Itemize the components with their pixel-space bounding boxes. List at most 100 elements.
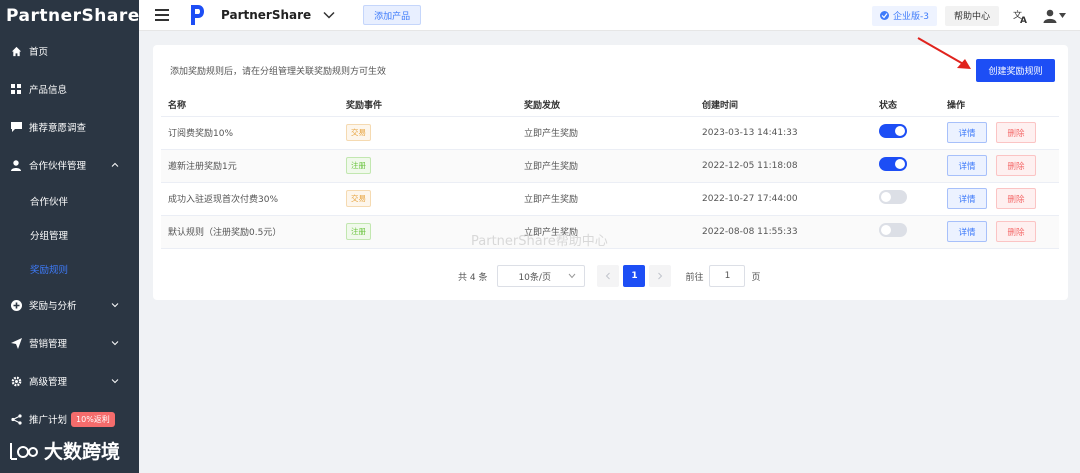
table-row: 订阅费奖励10% 交易 立即产生奖励 2023-03-13 14:41:33 详… bbox=[161, 116, 1059, 150]
sidebar-item-label: 推广计划 bbox=[29, 415, 68, 426]
sidebar-item-survey[interactable]: 推荐意愿调查 bbox=[0, 108, 139, 146]
column-header-event: 奖励事件 bbox=[339, 94, 517, 117]
translate-icon[interactable]: 文A bbox=[1013, 8, 1029, 24]
rule-payout: 立即产生奖励 bbox=[517, 116, 695, 150]
detail-button[interactable]: 详情 bbox=[947, 155, 987, 176]
prev-page-button[interactable] bbox=[597, 265, 620, 287]
column-header-created: 创建时间 bbox=[695, 94, 872, 117]
page-size-select[interactable]: 10条/页 bbox=[497, 265, 586, 287]
status-toggle[interactable] bbox=[879, 190, 907, 204]
chevron-down-icon[interactable] bbox=[323, 11, 335, 19]
pagination: 共 4 条 10条/页 1 前往 1 页 bbox=[458, 265, 760, 287]
watermark-text: 大数跨境 bbox=[44, 441, 121, 463]
menu-toggle-icon[interactable] bbox=[155, 9, 169, 21]
rule-name: 成功入驻返现首次付费30% bbox=[161, 182, 339, 216]
rule-payout: 立即产生奖励 bbox=[517, 149, 695, 183]
total-count: 共 4 条 bbox=[458, 272, 488, 283]
detail-button[interactable]: 详情 bbox=[947, 221, 987, 242]
table-row: 邀新注册奖励1元 注册 立即产生奖励 2022-12-05 11:18:08 详… bbox=[161, 149, 1059, 183]
rule-created: 2022-08-08 11:55:33 bbox=[695, 215, 872, 249]
event-tag: 交易 bbox=[346, 190, 371, 207]
add-product-button[interactable]: 添加产品 bbox=[363, 5, 422, 25]
rule-payout: 立即产生奖励 bbox=[517, 182, 695, 216]
check-circle-icon bbox=[880, 11, 889, 20]
sidebar-item-promotion-plan[interactable]: 推广计划 10%返利 bbox=[0, 400, 139, 438]
column-header-actions: 操作 bbox=[940, 94, 1059, 117]
user-icon bbox=[10, 159, 22, 171]
column-header-name: 名称 bbox=[161, 94, 339, 117]
rule-name: 邀新注册奖励1元 bbox=[161, 149, 339, 183]
product-switcher-label[interactable]: PartnerShare bbox=[221, 8, 311, 22]
sidebar-item-label: 首页 bbox=[29, 47, 49, 58]
sidebar-item-label: 推荐意愿调查 bbox=[29, 123, 87, 134]
sidebar-subitem-groups[interactable]: 分组管理 bbox=[0, 218, 139, 252]
chevron-right-icon bbox=[658, 272, 663, 280]
sidebar-item-partner-management[interactable]: 合作伙伴管理 bbox=[0, 146, 139, 184]
page-size-value: 10条/页 bbox=[518, 272, 551, 283]
edition-badge[interactable]: 企业版-3 bbox=[872, 5, 937, 26]
event-tag: 交易 bbox=[346, 124, 371, 141]
sidebar-subitem-partners[interactable]: 合作伙伴 bbox=[0, 184, 139, 218]
help-center-button[interactable]: 帮助中心 bbox=[944, 5, 999, 26]
sidebar-item-rewards-analysis[interactable]: 奖励与分析 bbox=[0, 286, 139, 324]
goto-label: 前往 bbox=[685, 272, 704, 283]
chevron-left-icon bbox=[606, 272, 611, 280]
sidebar-item-advanced[interactable]: 高级管理 bbox=[0, 362, 139, 400]
status-toggle[interactable] bbox=[879, 124, 907, 138]
chat-icon bbox=[10, 121, 22, 133]
chevron-down-icon bbox=[111, 379, 119, 384]
brand-mark-icon bbox=[10, 442, 38, 460]
delete-button[interactable]: 删除 bbox=[996, 221, 1036, 242]
goto-page-input[interactable]: 1 bbox=[709, 265, 746, 287]
edition-label: 企业版-3 bbox=[893, 12, 929, 22]
chevron-down-icon bbox=[569, 273, 576, 279]
sidebar-item-label: 合作伙伴管理 bbox=[29, 161, 87, 172]
help-center-watermark: PartnerShare帮助中心 bbox=[471, 234, 608, 249]
rule-name: 订阅费奖励10% bbox=[161, 116, 339, 150]
page-number-current[interactable]: 1 bbox=[623, 265, 646, 287]
rule-created: 2022-10-27 17:44:00 bbox=[695, 182, 872, 216]
user-avatar-icon[interactable] bbox=[1043, 9, 1057, 23]
delete-button[interactable]: 删除 bbox=[996, 155, 1036, 176]
watermark-logo: 大数跨境 bbox=[8, 437, 120, 464]
column-header-status: 状态 bbox=[872, 94, 940, 117]
table-row: 默认规则（注册奖励0.5元） 注册 立即产生奖励 2022-08-08 11:5… bbox=[161, 215, 1059, 249]
send-icon bbox=[10, 337, 22, 349]
top-header: PartnerShare 添加产品 企业版-3 帮助中心 文A bbox=[139, 0, 1080, 31]
svg-text:A: A bbox=[1020, 16, 1027, 24]
detail-button[interactable]: 详情 bbox=[947, 122, 987, 143]
detail-button[interactable]: 详情 bbox=[947, 188, 987, 209]
sidebar-subitem-reward-rules[interactable]: 奖励规则 bbox=[0, 252, 139, 286]
sidebar: PartnerShare 首页 产品信息 推荐意愿调查 合作伙伴管理 合作伙伴 … bbox=[0, 0, 139, 473]
app-logo[interactable]: PartnerShare bbox=[0, 0, 139, 32]
create-reward-rule-button[interactable]: 创建奖励规则 bbox=[976, 59, 1055, 82]
sidebar-item-home[interactable]: 首页 bbox=[0, 32, 139, 70]
delete-button[interactable]: 删除 bbox=[996, 122, 1036, 143]
sidebar-item-products[interactable]: 产品信息 bbox=[0, 70, 139, 108]
event-tag: 注册 bbox=[346, 157, 371, 174]
table-row: 成功入驻返现首次付费30% 交易 立即产生奖励 2022-10-27 17:44… bbox=[161, 182, 1059, 216]
delete-button[interactable]: 删除 bbox=[996, 188, 1036, 209]
status-toggle[interactable] bbox=[879, 157, 907, 171]
reward-rules-card: 添加奖励规则后，请在分组管理关联奖励规则方可生效 创建奖励规则 名称 奖励事件 … bbox=[153, 45, 1068, 300]
sidebar-item-marketing[interactable]: 营销管理 bbox=[0, 324, 139, 362]
home-icon bbox=[10, 45, 22, 57]
notice-text: 添加奖励规则后，请在分组管理关联奖励规则方可生效 bbox=[170, 67, 387, 77]
table-header-row: 名称 奖励事件 奖励发放 创建时间 状态 操作 bbox=[161, 94, 1059, 117]
brand-p-icon bbox=[191, 5, 204, 25]
rebate-badge: 10%返利 bbox=[71, 411, 115, 427]
grid-icon bbox=[10, 83, 22, 95]
event-tag: 注册 bbox=[346, 223, 371, 240]
rule-created: 2022-12-05 11:18:08 bbox=[695, 149, 872, 183]
chevron-down-icon bbox=[111, 303, 119, 308]
next-page-button[interactable] bbox=[649, 265, 672, 287]
sidebar-item-label: 奖励与分析 bbox=[29, 301, 77, 312]
column-header-payout: 奖励发放 bbox=[517, 94, 695, 117]
chevron-up-icon bbox=[111, 162, 119, 167]
rule-created: 2023-03-13 14:41:33 bbox=[695, 116, 872, 150]
caret-down-icon[interactable] bbox=[1059, 13, 1066, 18]
sidebar-item-label: 营销管理 bbox=[29, 339, 68, 350]
share-icon bbox=[10, 413, 22, 425]
status-toggle[interactable] bbox=[879, 223, 907, 237]
plus-circle-icon bbox=[10, 299, 22, 311]
